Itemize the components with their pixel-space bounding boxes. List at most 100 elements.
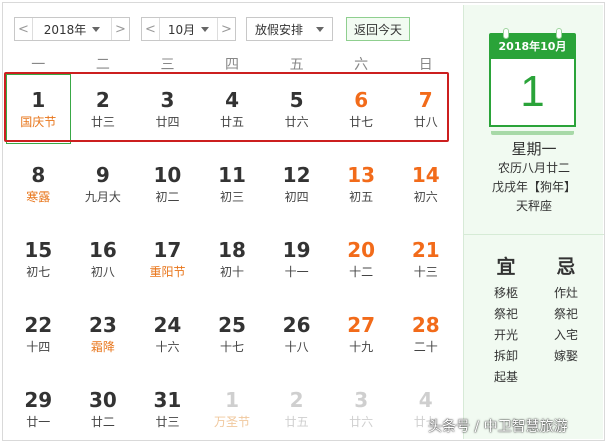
next-month-arrow-icon[interactable]: > (217, 18, 235, 40)
calendar-day-cell[interactable]: 11 初三 (200, 149, 265, 219)
yi-title: 宜 (496, 256, 516, 278)
calendar-day-cell[interactable]: 1 万圣节 (200, 374, 265, 443)
day-number: 20 (347, 238, 376, 262)
back-to-today-button[interactable]: 返回今天 (346, 17, 411, 41)
month-value: 10月 (167, 22, 196, 37)
calendar-day-cell[interactable]: 24 十六 (135, 299, 200, 369)
ganzhi-year: 戊戌年【狗年】 (491, 180, 576, 194)
calendar-week-row: 22 十四 23 霜降 24 十六 25 十七 26 十八 27 十九 28 二十 (6, 299, 458, 374)
day-number: 21 (411, 238, 440, 262)
calendar-day-cell[interactable]: 15 初七 (6, 224, 71, 294)
ji-item: 嫁娶 (553, 349, 578, 363)
lunar-day-label: 十八 (284, 340, 309, 354)
ji-item: 入宅 (553, 328, 578, 342)
calendar-day-cell[interactable]: 18 初十 (200, 224, 265, 294)
lunar-day-label: 九月大 (84, 190, 121, 204)
lunar-day-label: 十一 (284, 265, 309, 279)
calendar-day-cell[interactable]: 22 十四 (6, 299, 71, 369)
calendar-day-cell[interactable]: 13 初五 (329, 149, 394, 219)
day-number: 24 (153, 313, 182, 337)
calendar-day-cell[interactable]: 3 廿四 (135, 74, 200, 144)
day-number: 23 (88, 313, 117, 337)
calendar-day-cell[interactable]: 12 初四 (264, 149, 329, 219)
year-dropdown[interactable]: 2018年 (33, 18, 111, 40)
calendar-day-cell[interactable]: 7 廿八 (393, 74, 458, 144)
month-dropdown[interactable]: 10月 (160, 18, 217, 40)
day-number: 26 (282, 313, 311, 337)
weekday-label: 二 (95, 57, 110, 73)
month-selector[interactable]: < 10月 > (141, 17, 236, 41)
day-number: 7 (418, 88, 433, 112)
festival-label: 寒露 (26, 190, 51, 204)
calendar-day-cell[interactable]: 3 廿六 (329, 374, 394, 443)
next-year-arrow-icon[interactable]: > (111, 18, 129, 40)
day-number: 16 (88, 238, 117, 262)
calendar-day-cell[interactable]: 10 初二 (135, 149, 200, 219)
day-number: 31 (153, 388, 182, 412)
calendar-day-cell[interactable]: 25 十七 (200, 299, 265, 369)
calendar-day-cell[interactable]: 6 廿七 (329, 74, 394, 144)
day-number: 12 (282, 163, 311, 187)
lunar-day-label: 初十 (220, 265, 245, 279)
selected-day-number: 1 (520, 67, 545, 116)
day-number: 17 (153, 238, 182, 262)
calendar-day-cell[interactable]: 31 廿三 (135, 374, 200, 443)
day-number: 19 (282, 238, 311, 262)
calendar-day-cell[interactable]: 27 十九 (329, 299, 394, 369)
calendar-day-cell[interactable]: 9 九月大 (71, 149, 136, 219)
calendar-week-row: 1 国庆节 2 廿三 3 廿四 4 廿五 5 廿六 6 廿七 7 廿八 (6, 74, 458, 149)
calendar-day-cell[interactable]: 2 廿五 (264, 374, 329, 443)
holiday-selector[interactable]: 放假安排 (246, 17, 333, 41)
calendar-day-cell[interactable]: 19 十一 (264, 224, 329, 294)
chevron-down-icon (92, 26, 101, 32)
lunar-day-label: 廿四 (155, 115, 180, 129)
prev-year-arrow-icon[interactable]: < (15, 18, 33, 40)
day-number: 3 (354, 388, 369, 412)
lunar-day-label: 廿八 (413, 115, 438, 129)
year-selector[interactable]: < 2018年 > (14, 17, 130, 41)
calendar-day-cell[interactable]: 8 寒露 (6, 149, 71, 219)
prev-month-arrow-icon[interactable]: < (142, 18, 160, 40)
calendar-day-cell[interactable]: 16 初八 (71, 224, 136, 294)
weekday-label: 三 (160, 57, 175, 73)
lunar-day-label: 廿三 (155, 415, 180, 429)
festival-label: 重阳节 (149, 265, 186, 279)
calendar-day-cell[interactable]: 29 廿一 (6, 374, 71, 443)
day-number: 9 (95, 163, 110, 187)
calendar-day-cell[interactable]: 28 二十 (393, 299, 458, 369)
calendar-day-cell[interactable]: 20 十二 (329, 224, 394, 294)
calendar-day-cell[interactable]: 21 十三 (393, 224, 458, 294)
calendar-day-cell-today[interactable]: 1 国庆节 (6, 74, 71, 144)
day-number: 13 (347, 163, 376, 187)
day-number: 2 (95, 88, 110, 112)
lunar-day-label: 廿一 (26, 415, 51, 429)
day-detail-panel: 2018年10月 1 星期一 农历八月廿二 戊戌年【狗年】 天秤座 宜 移柩 祭祀… (463, 5, 604, 439)
lunar-day-label: 初五 (349, 190, 374, 204)
calendar-day-cell[interactable]: 17 重阳节 (135, 224, 200, 294)
calendar-day-cell[interactable]: 26 十八 (264, 299, 329, 369)
calendar-grid: 1 国庆节 2 廿三 3 廿四 4 廿五 5 廿六 6 廿七 7 廿八 8 寒露 9 九月大 10 初二 11 初三 12 初… (6, 74, 458, 443)
lunar-day-label: 廿六 (284, 115, 309, 129)
festival-label: 霜降 (90, 340, 115, 354)
day-number: 1 (225, 388, 239, 412)
holiday-dropdown[interactable]: 放假安排 (247, 18, 332, 40)
zodiac-sign: 天秤座 (515, 199, 552, 213)
calendar-day-cell[interactable]: 23 霜降 (71, 299, 136, 369)
calendar-week-row: 8 寒露 9 九月大 10 初二 11 初三 12 初四 13 初五 14 初六 (6, 149, 458, 224)
yi-item: 移柩 (493, 286, 518, 300)
day-number: 11 (218, 163, 246, 187)
lunar-day-label: 廿五 (284, 415, 309, 429)
calendar-day-cell[interactable]: 4 廿五 (200, 74, 265, 144)
binder-ring-icon (503, 28, 509, 39)
day-number: 25 (218, 313, 246, 337)
day-number: 10 (153, 163, 182, 187)
chevron-down-icon (316, 26, 324, 32)
day-number: 28 (411, 313, 440, 337)
lunar-day-label: 初七 (26, 265, 51, 279)
holiday-value: 放假安排 (255, 22, 304, 37)
calendar-day-cell[interactable]: 5 廿六 (264, 74, 329, 144)
calendar-day-cell[interactable]: 30 廿二 (71, 374, 136, 443)
calendar-day-cell[interactable]: 2 廿三 (71, 74, 136, 144)
lunar-date: 农历八月廿二 (497, 161, 570, 175)
calendar-day-cell[interactable]: 14 初六 (393, 149, 458, 219)
